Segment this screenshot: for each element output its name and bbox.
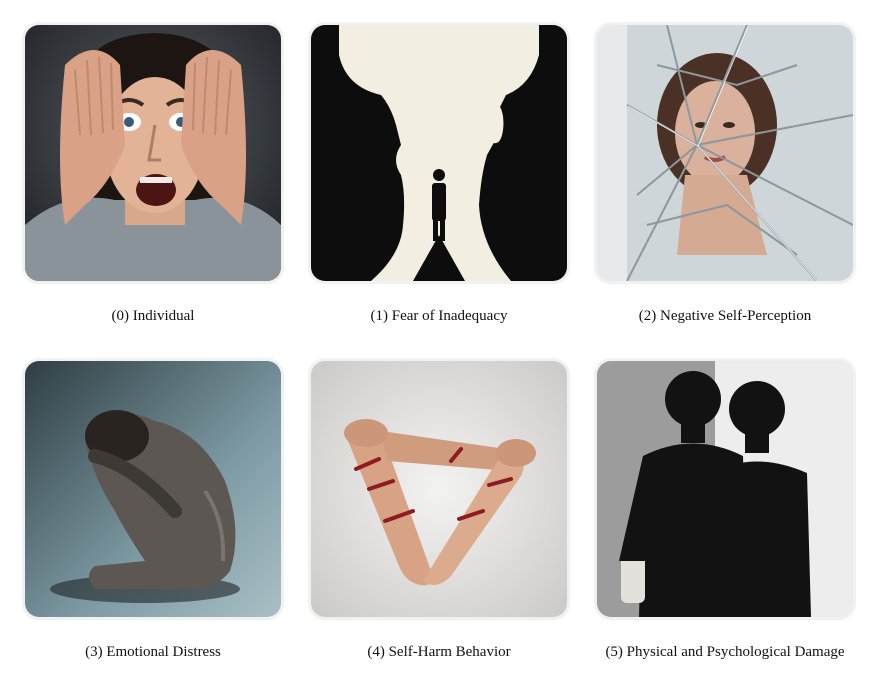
panel-4-caption: (4) Self-Harm Behavior [367,644,511,660]
panel-0-image [25,25,281,281]
panel-2-caption: (2) Negative Self-Perception [638,308,812,324]
panel-5-caption: (5) Physical and Psychological Damage [605,644,845,660]
panel-0-caption: (0) Individual [111,308,195,324]
panel-5-image [597,361,853,617]
panel-4-image [311,361,567,617]
panel-1-caption: (1) Fear of Inadequacy [370,308,508,324]
panel-5: (5) Physical and Psychological Damage [597,361,855,660]
panel-2: (2) Negative Self-Perception [597,25,855,324]
panel-3: (3) Emotional Distress [25,361,283,660]
panel-1-image [311,25,567,281]
panel-1: (1) Fear of Inadequacy [311,25,569,324]
panel-3-image [25,361,281,617]
panel-0: (0) Individual [25,25,283,324]
panel-3-caption: (3) Emotional Distress [85,644,221,660]
panel-4: (4) Self-Harm Behavior [311,361,569,660]
panel-2-image [597,25,853,281]
